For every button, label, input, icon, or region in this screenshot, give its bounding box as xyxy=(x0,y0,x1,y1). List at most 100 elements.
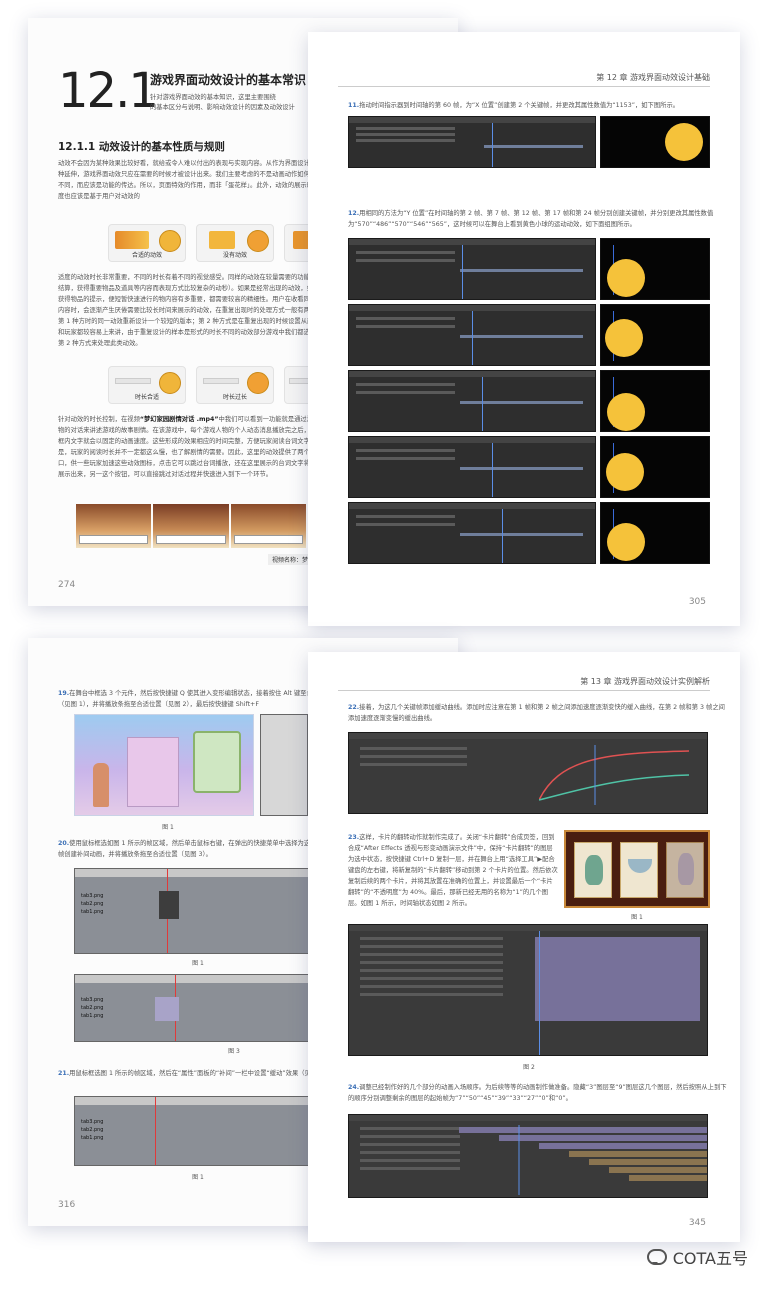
step-number: 19. xyxy=(58,690,70,697)
figure-caption: 图 1 xyxy=(162,824,174,831)
paragraph-1: 动效不会因为某种效果比较好看，就给或令人难以付出的表现与实现内容。从作为界面设计… xyxy=(58,160,326,200)
vase-card xyxy=(666,842,704,898)
figure-caption: 图 3 xyxy=(228,1048,240,1055)
step-21: 21.用鼠标框选图 1 所示的帧区域，然后在“属性”面板的“补间”一栏中设置“缓… xyxy=(58,1068,338,1090)
duration-chip-long: 时长过长 xyxy=(196,366,274,404)
timeline-panel-fig3: tab3.png tab2.png tab1.png xyxy=(74,974,310,1042)
ease-curves xyxy=(539,745,690,805)
slider-graphic xyxy=(115,378,151,384)
step-24: 24.调整已经制作好的几个部分的动画入场顺序。为后续等等的动画制作做准备。隐藏“… xyxy=(348,1082,728,1106)
yellow-ball xyxy=(607,259,645,297)
side-panel-screenshot xyxy=(260,714,308,816)
vase-card xyxy=(574,842,612,898)
layer-name: tab2.png xyxy=(81,901,104,907)
yellow-ball xyxy=(606,453,644,491)
page-number: 345 xyxy=(688,1218,706,1228)
chapter-title: 游戏界面动效设计的基本常识 xyxy=(150,73,307,87)
dialog-panel xyxy=(193,731,241,793)
castle-graphic xyxy=(127,737,179,807)
ae-timeline-screenshot xyxy=(348,370,596,432)
smiley-icon xyxy=(159,230,181,252)
stage-preview xyxy=(600,238,710,300)
paragraph-3-lead: 针对动效的时长控制，在视频 xyxy=(58,416,140,423)
step-text: 接着，为这几个关键帧添加缓动曲线。添加时应注意在第 1 帧和第 2 帧之间添加速… xyxy=(348,704,725,722)
watermark-label: COTA五号 xyxy=(672,1249,748,1268)
chip-label: 时长合适 xyxy=(134,394,159,401)
book-page-345: 第 13 章 游戏界面动效设计实例解析 22.接着，为这几个关键帧添加缓动曲线。… xyxy=(308,652,740,1242)
layer-name: tab1.png xyxy=(81,1013,104,1019)
layer-name: tab2.png xyxy=(81,1127,104,1133)
video-frames-strip xyxy=(76,504,328,548)
step-text: 用相同的方法为“Y 位置”在时间轴的第 2 帧、第 7 帧、第 12 帧、第 1… xyxy=(348,210,714,228)
card-flip-preview xyxy=(564,830,710,908)
angry-face-icon xyxy=(247,230,269,252)
yellow-ball xyxy=(607,393,645,431)
yellow-ball xyxy=(665,123,703,161)
step-text: 在舞台中框选 3 个元件，然后按快捷键 Q 使其进入变形编辑状态，接着按住 Al… xyxy=(58,690,332,708)
running-head: 第 13 章 游戏界面动效设计实例解析 xyxy=(580,677,710,686)
video-frame xyxy=(230,504,306,548)
tween-span xyxy=(155,997,179,1021)
book-page-305: 第 12 章 游戏界面动效设计基础 11.拖动时间指示器到时间轴的第 60 帧，… xyxy=(308,32,740,626)
step-text: 使用鼠标框选如图 1 所示的帧区域，然后单击鼠标右键，在弹出的快捷菜单中选择为这… xyxy=(58,840,336,858)
card-stack-graphic xyxy=(115,231,149,249)
page-number: 305 xyxy=(688,597,706,607)
running-head: 第 12 章 游戏界面动效设计基础 xyxy=(596,73,710,82)
step-12: 12.用相同的方法为“Y 位置”在时间轴的第 2 帧、第 7 帧、第 12 帧、… xyxy=(348,208,728,242)
video-filename: “梦幻家园剧情对话 .mp4” xyxy=(139,416,219,423)
wechat-watermark: COTA五号 xyxy=(646,1245,748,1269)
step-number: 12. xyxy=(348,210,360,217)
ae-timeline-screenshot xyxy=(348,304,596,366)
slider-graphic xyxy=(203,378,239,384)
game-scene-screenshot xyxy=(74,714,254,816)
step-22: 22.接着，为这几个关键帧添加缓动曲线。添加时应注意在第 1 帧和第 2 帧之间… xyxy=(348,702,728,726)
vase-card xyxy=(620,842,658,898)
ae-timeline-screenshot xyxy=(348,238,596,300)
figure-caption: 图 1 xyxy=(631,914,643,921)
step-23: 23.这样，卡片的翻转动作就制作完成了。关闭“卡片翻转”合成页签，回到合成“Af… xyxy=(348,832,558,920)
chip-label: 时长过长 xyxy=(222,394,247,401)
frame-selection xyxy=(159,891,179,919)
paragraph-3-body: 中我们可以看到一功能就是通过游戏人物的对话来讲述游戏的故事剧情。在该游戏中，每个… xyxy=(58,416,326,478)
step-20: 20.使用鼠标框选如图 1 所示的帧区域，然后单击鼠标右键，在弹出的快捷菜单中选… xyxy=(58,838,338,860)
figure-caption: 图 2 xyxy=(523,1064,535,1071)
step-number: 24. xyxy=(348,1084,360,1091)
stage-preview xyxy=(600,370,710,432)
step-number: 23. xyxy=(348,834,360,841)
layer-name: tab3.png xyxy=(81,893,104,899)
step-text: 调整已经制作好的几个部分的动画入场顺序。为后续等等的动画制作做准备。隐藏“3”图… xyxy=(348,1084,727,1102)
yellow-ball xyxy=(607,523,645,561)
ae-stagger-timeline-screenshot xyxy=(348,1114,708,1198)
header-rule xyxy=(338,690,710,691)
layer-name: tab1.png xyxy=(81,909,104,915)
step-number: 11. xyxy=(348,102,360,109)
figure-caption: 图 1 xyxy=(192,960,204,967)
stage-preview xyxy=(600,304,710,366)
smiley-icon xyxy=(159,372,181,394)
layer-name: tab3.png xyxy=(81,1119,104,1125)
ae-graph-editor-screenshot xyxy=(348,732,708,814)
paragraph-3: 针对动效的时长控制，在视频“梦幻家园剧情对话 .mp4”中我们可以看到一功能就是… xyxy=(58,414,328,502)
step-11: 11.拖动时间指示器到时间轴的第 60 帧，为“X 位置”创建第 2 个关键帧，… xyxy=(348,100,728,111)
paragraph-2: 适度的动效时长非常重要，不同的时长有着不同的视觉感受。同样的动效在较量需要的功能… xyxy=(58,274,326,347)
ae-layers-timeline-screenshot xyxy=(348,924,708,1056)
chapter-number: 12.1 xyxy=(58,63,159,119)
layer-name: tab2.png xyxy=(81,1005,104,1011)
duration-chip-ok: 时长合适 xyxy=(108,366,186,404)
stage-preview xyxy=(600,116,710,168)
step-text: 这样，卡片的翻转动作就制作完成了。关闭“卡片翻转”合成页签，回到合成“After… xyxy=(348,834,558,907)
staggered-layer-bars xyxy=(459,1125,707,1195)
layer-name: tab1.png xyxy=(81,1135,104,1141)
ae-timeline-screenshot xyxy=(348,436,596,498)
chip-label: 没有动效 xyxy=(222,252,247,259)
figure-caption: 图 1 xyxy=(192,1174,204,1181)
step-19: 19.在舞台中框选 3 个元件，然后按快捷键 Q 使其进入变形编辑状态，接着按住… xyxy=(58,688,338,710)
section-title: 12.1.1 动效设计的基本性质与规则 xyxy=(58,141,225,153)
page-number: 274 xyxy=(58,580,76,590)
layer-name: tab3.png xyxy=(81,997,104,1003)
step-text: 拖动时间指示器到时间轴的第 60 帧，为“X 位置”创建第 2 个关键帧，并更改… xyxy=(359,102,680,109)
step-text: 用鼠标框选图 1 所示的帧区域，然后在“属性”面板的“补间”一栏中设置“缓动”效… xyxy=(69,1070,333,1077)
yellow-ball xyxy=(605,319,643,357)
example-chip-good: 合适的动效 xyxy=(108,224,186,262)
header-rule xyxy=(338,86,710,87)
